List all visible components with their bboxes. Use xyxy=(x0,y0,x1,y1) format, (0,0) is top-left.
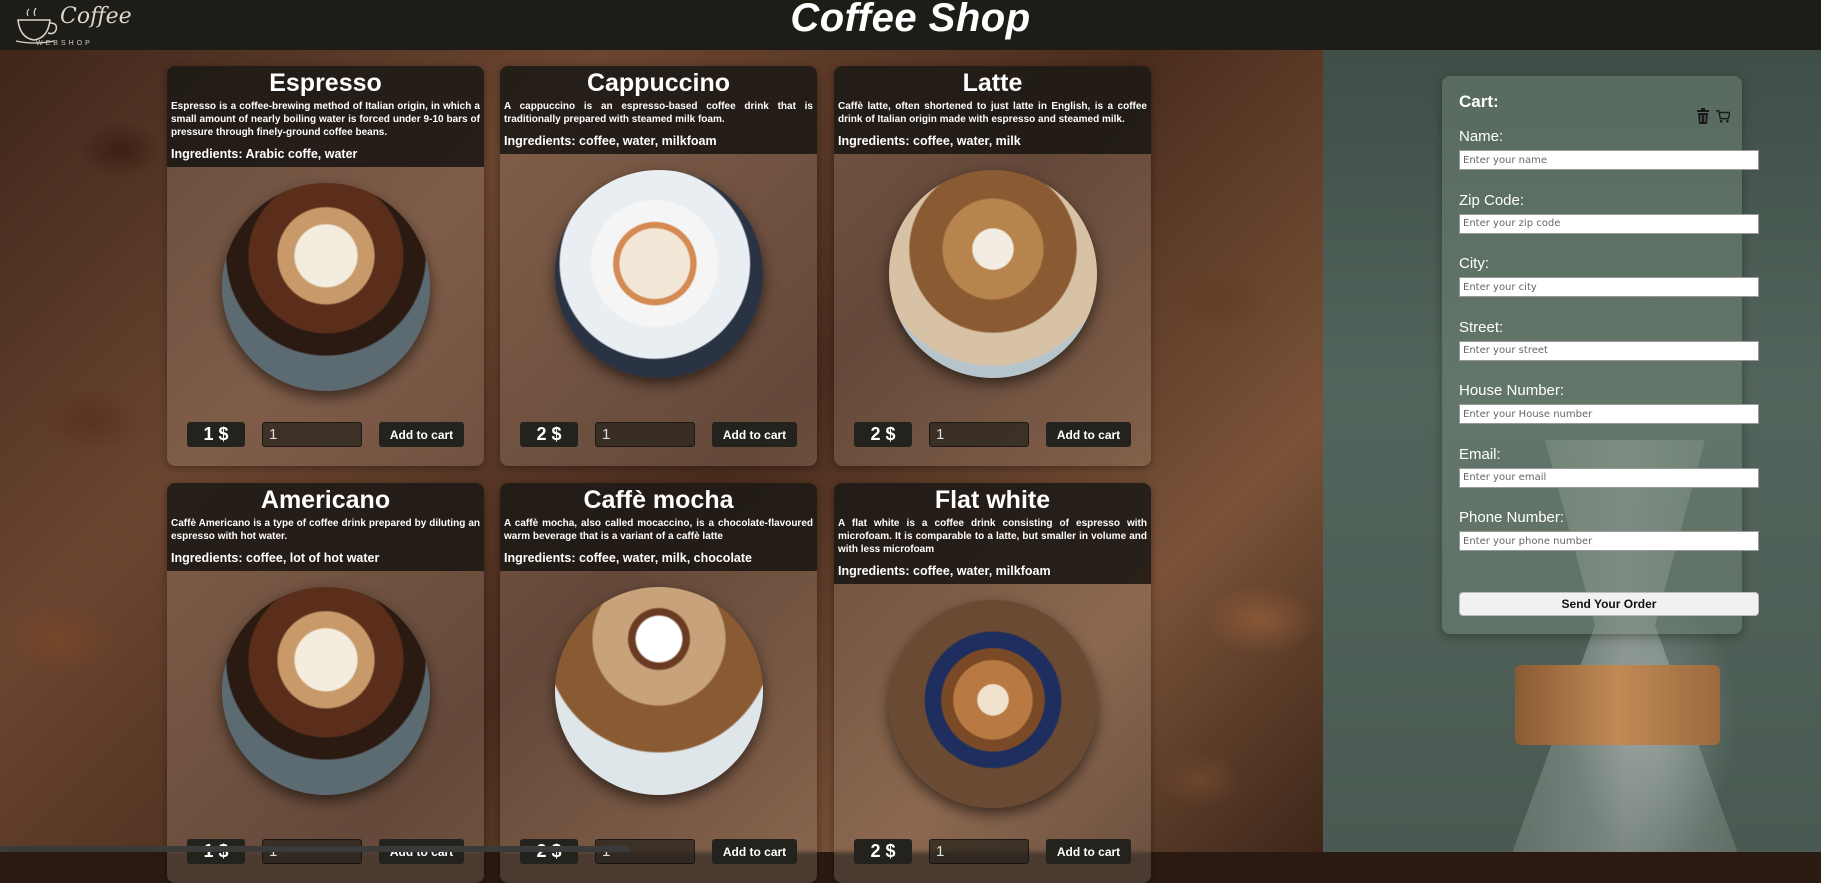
product-card-footer: 1 $ Add to cart xyxy=(167,422,484,448)
cart-field-label: Street: xyxy=(1459,318,1504,336)
cart-field-label: Email: xyxy=(1459,445,1501,463)
product-card-footer: 2 $ Add to cart xyxy=(500,839,817,865)
product-card-header: Espresso Espresso is a coffee-brewing me… xyxy=(167,66,484,167)
add-to-cart-button[interactable]: Add to cart xyxy=(1046,422,1131,447)
product-card: Flat white A flat white is a coffee drin… xyxy=(834,483,1151,883)
product-name: Americano xyxy=(260,486,391,514)
product-description: Caffè Americano is a type of coffee drin… xyxy=(171,518,480,542)
product-price: 2 $ xyxy=(854,422,912,447)
chemex-collar-image xyxy=(1515,665,1720,745)
product-ingredients: Ingredients: Arabic coffe, water xyxy=(171,147,358,161)
cart-field-input[interactable] xyxy=(1459,213,1759,234)
product-card-footer: 1 $ Add to cart xyxy=(167,839,484,865)
product-ingredients: Ingredients: coffee, water, milkfoam xyxy=(504,134,717,148)
cart-field-label: Name: xyxy=(1459,128,1504,145)
product-name: Caffè mocha xyxy=(583,486,734,514)
product-price: 1 $ xyxy=(187,422,245,447)
page-title: Coffee Shop xyxy=(790,0,1031,40)
product-description: A caffè mocha, also called mocaccino, is… xyxy=(504,518,813,542)
cart-field-input[interactable] xyxy=(1459,404,1759,424)
product-card: Latte Caffè latte, often shortened to ju… xyxy=(834,66,1151,466)
product-name: Cappuccino xyxy=(586,69,731,97)
quantity-input[interactable] xyxy=(595,422,695,447)
cart-field-input[interactable] xyxy=(1459,340,1759,361)
product-image xyxy=(554,587,763,795)
product-card: Cappuccino A cappuccino is an espresso-b… xyxy=(500,66,817,466)
cart-field-label: House Number: xyxy=(1459,382,1565,399)
product-name: Latte xyxy=(962,69,1023,97)
cart-field-input[interactable] xyxy=(1459,150,1759,170)
cart-field-label: City: xyxy=(1459,255,1489,272)
product-card-footer: 2 $ Add to cart xyxy=(500,422,817,448)
product-ingredients: Ingredients: coffee, lot of hot water xyxy=(171,551,380,565)
product-ingredients: Ingredients: coffee, water, milkfoam xyxy=(838,564,1051,578)
product-name: Flat white xyxy=(934,486,1051,514)
product-name: Espresso xyxy=(269,69,382,97)
product-description: Espresso is a coffee-brewing method of I… xyxy=(171,101,480,138)
quantity-input[interactable] xyxy=(929,422,1029,447)
product-card: Americano Caffè Americano is a type of c… xyxy=(167,483,484,883)
product-card-header: Flat white A flat white is a coffee drin… xyxy=(834,483,1151,584)
cart-field-label: Zip Code: xyxy=(1459,191,1525,209)
product-card-header: Latte Caffè latte, often shortened to ju… xyxy=(834,66,1151,154)
product-description: A flat white is a coffee drink consistin… xyxy=(838,518,1147,555)
product-description: A cappuccino is an espresso-based coffee… xyxy=(504,101,813,125)
send-order-button[interactable]: Send Your Order xyxy=(1459,592,1759,616)
product-card: Espresso Espresso is a coffee-brewing me… xyxy=(167,66,484,466)
cart-field-input[interactable] xyxy=(1459,531,1759,551)
cart-field-input[interactable] xyxy=(1459,467,1759,488)
cart-field-input[interactable] xyxy=(1459,277,1759,297)
top-bar: Coffee WEBSHOP Coffee Shop xyxy=(0,0,1821,50)
trash-icon[interactable] xyxy=(1696,108,1710,124)
add-to-cart-button[interactable]: Add to cart xyxy=(712,422,797,447)
logo-subtext: WEBSHOP xyxy=(36,40,93,47)
product-image xyxy=(888,170,1097,378)
product-ingredients: Ingredients: coffee, water, milk xyxy=(838,134,1021,148)
product-price: 2 $ xyxy=(520,422,578,447)
product-image xyxy=(888,600,1097,808)
product-ingredients: Ingredients: coffee, water, milk, chocol… xyxy=(504,551,752,565)
cart-icon[interactable] xyxy=(1716,108,1730,124)
product-image xyxy=(221,587,430,795)
quantity-input[interactable] xyxy=(262,422,362,447)
product-description: Caffè latte, often shortened to just lat… xyxy=(838,101,1147,125)
product-card-footer: 2 $ Add to cart xyxy=(834,422,1151,448)
product-card-header: Caffè mocha A caffè mocha, also called m… xyxy=(500,483,817,571)
product-card-footer: 2 $ Add to cart xyxy=(834,839,1151,865)
product-card-header: Cappuccino A cappuccino is an espresso-b… xyxy=(500,66,817,154)
product-image xyxy=(554,170,763,378)
product-image xyxy=(221,183,430,391)
horizontal-scrollbar[interactable] xyxy=(0,846,630,852)
product-card-header: Americano Caffè Americano is a type of c… xyxy=(167,483,484,571)
cart-field-label: Phone Number: xyxy=(1459,509,1565,526)
cart-title: Cart: xyxy=(1459,92,1499,111)
product-card: Caffè mocha A caffè mocha, also called m… xyxy=(500,483,817,883)
add-to-cart-button[interactable]: Add to cart xyxy=(379,422,464,447)
cart-panel: Cart: Name: Zip Code: City: Street: House Nu… xyxy=(1442,76,1759,634)
